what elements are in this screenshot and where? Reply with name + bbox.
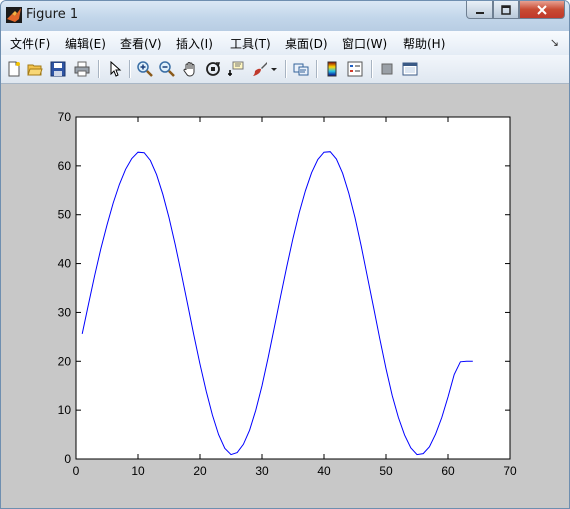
x-tick-label: 60 — [441, 464, 455, 478]
minimize-icon — [475, 11, 484, 14]
hide-plot-tools-icon — [381, 63, 393, 75]
menu-help[interactable]: 帮助(H) — [403, 35, 445, 52]
save-icon — [50, 61, 66, 77]
menu-file[interactable]: 文件(F) — [10, 35, 50, 52]
y-tick-label: 30 — [58, 305, 72, 319]
window-controls — [466, 1, 565, 21]
x-tick-label: 0 — [73, 464, 80, 478]
figure-canvas: 0 10 20 30 40 50 60 70 0 10 20 30 40 50 60 70 — [2, 84, 559, 502]
y-tick-label: 40 — [58, 257, 72, 271]
y-tick-label: 20 — [58, 354, 72, 368]
data-cursor-button[interactable] — [227, 60, 245, 78]
brush-dropdown-icon — [271, 68, 277, 71]
colorbar-button[interactable] — [323, 60, 341, 78]
open-file-icon — [27, 64, 43, 76]
window-title: Figure 1 — [26, 7, 79, 22]
x-tick-label: 10 — [131, 464, 145, 478]
figure-toolbar — [1, 55, 569, 84]
pan-hand-icon — [183, 62, 195, 77]
link-plot-button[interactable] — [292, 60, 310, 78]
print-icon — [74, 61, 90, 77]
menu-insert[interactable]: 插入(I) — [176, 35, 213, 52]
pan-button[interactable] — [181, 60, 199, 78]
edit-plot-button[interactable] — [106, 60, 124, 78]
maximize-button[interactable] — [493, 1, 519, 19]
rotate-3d-button[interactable] — [204, 60, 222, 78]
line-plot[interactable]: 0 10 20 30 40 50 60 70 0 10 20 30 40 50 60 70 — [2, 84, 559, 502]
y-tick-label: 60 — [58, 159, 72, 173]
y-tick-label: 0 — [64, 452, 71, 466]
y-tick-label: 10 — [58, 403, 72, 417]
show-plot-tools-icon — [402, 62, 418, 76]
menu-edit[interactable]: 编辑(E) — [65, 35, 106, 52]
edit-plot-arrow-icon — [110, 61, 122, 77]
menu-view[interactable]: 查看(V) — [120, 35, 162, 52]
x-tick-label: 40 — [317, 464, 331, 478]
legend-button[interactable] — [346, 60, 364, 78]
figure-window: Figure 1 文件(F) 编辑(E) 查看(V) 插入(I) 工具(T) 桌… — [0, 0, 570, 509]
zoom-out-icon — [159, 61, 175, 77]
save-button[interactable] — [49, 60, 67, 78]
new-figure-button[interactable] — [5, 60, 23, 78]
rotate-3d-icon — [206, 62, 221, 76]
y-tick-label: 70 — [58, 110, 72, 124]
zoom-in-icon — [137, 61, 153, 77]
menu-window[interactable]: 窗口(W) — [342, 35, 387, 52]
y-tick-label: 50 — [58, 208, 72, 222]
hide-plot-tools-button[interactable] — [378, 60, 396, 78]
menu-overflow-icon[interactable]: ↘ — [550, 36, 559, 49]
legend-icon — [347, 61, 363, 77]
link-plot-icon — [293, 63, 309, 76]
data-cursor-icon — [228, 61, 244, 76]
brush-dropdown[interactable] — [269, 60, 279, 78]
new-figure-icon — [8, 61, 20, 77]
zoom-out-button[interactable] — [158, 60, 176, 78]
print-button[interactable] — [73, 60, 91, 78]
brush-button[interactable] — [251, 60, 269, 78]
minimize-button[interactable] — [466, 1, 493, 19]
zoom-in-button[interactable] — [136, 60, 154, 78]
menu-desktop[interactable]: 桌面(D) — [285, 35, 328, 52]
title-bar[interactable]: Figure 1 — [1, 1, 569, 31]
menu-bar: 文件(F) 编辑(E) 查看(V) 插入(I) 工具(T) 桌面(D) 窗口(W… — [1, 31, 569, 55]
open-file-button[interactable] — [26, 60, 44, 78]
x-tick-label: 30 — [255, 464, 269, 478]
x-tick-label: 20 — [193, 464, 207, 478]
close-button[interactable] — [519, 1, 565, 19]
colorbar-icon — [327, 61, 337, 77]
brush-icon — [253, 62, 267, 76]
close-icon — [537, 4, 547, 15]
x-tick-label: 70 — [503, 464, 517, 478]
show-plot-tools-button[interactable] — [401, 60, 419, 78]
matlab-logo-icon — [6, 7, 22, 23]
x-tick-label: 50 — [379, 464, 393, 478]
maximize-icon — [501, 4, 511, 15]
menu-tools[interactable]: 工具(T) — [230, 35, 271, 52]
